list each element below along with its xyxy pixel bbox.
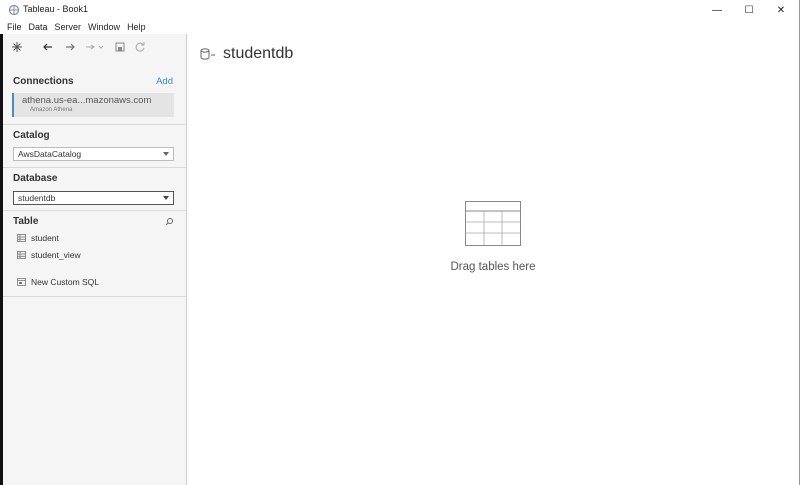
- table-grid-icon: [465, 201, 521, 246]
- forward-arrow-icon[interactable]: [64, 41, 76, 53]
- catalog-select[interactable]: AwsDataCatalog: [13, 147, 174, 161]
- database-heading: Database: [13, 173, 58, 184]
- menu-file[interactable]: File: [7, 20, 22, 34]
- catalog-heading: Catalog: [13, 130, 50, 141]
- menu-server[interactable]: Server: [55, 20, 82, 34]
- divider: [3, 296, 187, 297]
- refresh-icon[interactable]: [134, 41, 146, 53]
- connections-heading: Connections: [13, 76, 74, 87]
- toolbar: [3, 34, 187, 60]
- table-item-student[interactable]: student: [17, 231, 59, 245]
- menu-bar: File Data Server Window Help: [0, 20, 153, 34]
- table-heading: Table: [13, 216, 39, 227]
- menu-data[interactable]: Data: [29, 20, 48, 34]
- new-custom-sql[interactable]: New Custom SQL: [17, 275, 99, 289]
- tableau-window: Tableau - Book1 — ☐ ✕ File Data Server W…: [0, 0, 800, 485]
- divider: [3, 167, 187, 168]
- window-title: Tableau - Book1: [23, 4, 89, 14]
- menu-window[interactable]: Window: [88, 20, 120, 34]
- chevron-down-icon: [161, 148, 171, 160]
- datasource-name[interactable]: studentdb: [223, 45, 293, 63]
- database-value: studentdb: [18, 193, 56, 203]
- database-icon: [200, 48, 215, 60]
- datasource-icon[interactable]: [85, 41, 105, 53]
- tableau-home-icon[interactable]: [11, 41, 23, 53]
- table-icon: [17, 234, 26, 242]
- drop-hint: Drag tables here: [450, 261, 536, 273]
- back-arrow-icon[interactable]: [42, 41, 54, 53]
- table-item-student-view[interactable]: student_view: [17, 248, 81, 262]
- divider: [3, 210, 187, 211]
- menu-help[interactable]: Help: [127, 20, 146, 34]
- chevron-down-icon: [161, 192, 171, 204]
- search-icon[interactable]: [165, 217, 174, 226]
- close-button[interactable]: ✕: [764, 0, 798, 20]
- minimize-button[interactable]: —: [700, 0, 734, 20]
- divider: [3, 124, 187, 125]
- table-icon: [17, 251, 26, 259]
- connection-type: Amazon Athena: [30, 107, 73, 113]
- title-bar: Tableau - Book1 — ☐ ✕: [0, 0, 800, 20]
- custom-sql-icon: [17, 278, 26, 286]
- connection-name: athena.us-ea...mazonaws.com: [22, 95, 152, 106]
- database-select[interactable]: studentdb: [13, 191, 174, 205]
- catalog-value: AwsDataCatalog: [18, 149, 82, 159]
- maximize-button[interactable]: ☐: [732, 0, 766, 20]
- connection-item[interactable]: athena.us-ea...mazonaws.com Amazon Athen…: [12, 93, 174, 117]
- add-connection-link[interactable]: Add: [156, 76, 173, 87]
- tableau-app-icon: [8, 4, 20, 16]
- data-source-panel: Connections Add athena.us-ea...mazonaws.…: [3, 34, 187, 485]
- save-icon[interactable]: [114, 41, 126, 53]
